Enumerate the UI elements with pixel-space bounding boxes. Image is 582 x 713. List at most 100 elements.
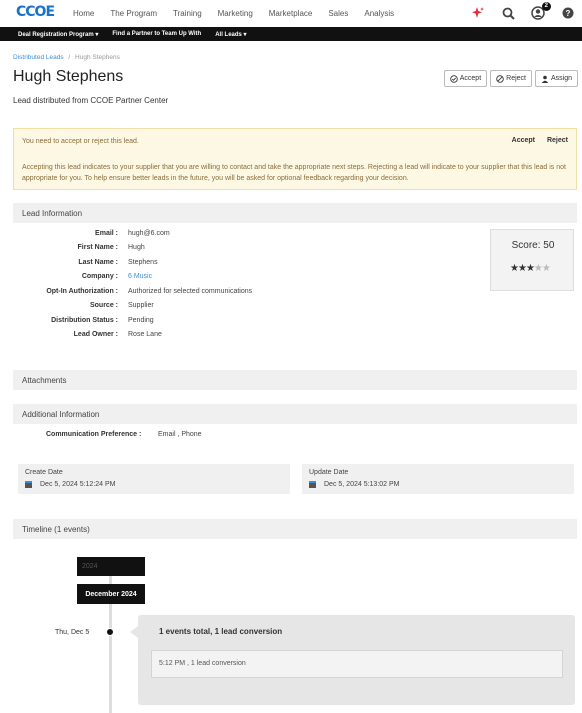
alert-actions: Accept Reject <box>512 137 568 144</box>
notification-badge: 2 <box>541 2 551 11</box>
nav-link-training[interactable]: Training <box>173 9 202 18</box>
field-row-lead-owner: Lead Owner : Rose Lane <box>13 331 363 345</box>
accept-button-label: Accept <box>459 75 482 82</box>
ban-icon <box>496 74 504 83</box>
lead-score-box: Score: 50 ★★★★★ <box>490 229 574 291</box>
field-row-distribution-status: Distribution Status : Pending <box>13 317 363 331</box>
field-value: Pending <box>128 317 154 324</box>
alert-body: Accepting this lead indicates to your su… <box>22 164 566 182</box>
alert-message: You need to accept or reject this lead. <box>22 138 139 145</box>
field-row-last-name: Last Name : Stephens <box>13 259 363 273</box>
star-empty-icon: ★ <box>533 263 543 274</box>
breadcrumb-distributed-leads[interactable]: Distributed Leads <box>13 54 64 61</box>
field-value: Stephens <box>128 259 158 266</box>
search-icon[interactable] <box>500 5 516 21</box>
field-value: Supplier <box>128 302 154 309</box>
timeline-month-label[interactable]: December 2024 <box>77 584 145 604</box>
nav-link-marketing[interactable]: Marketing <box>218 9 253 18</box>
nav-link-home[interactable]: Home <box>73 9 94 18</box>
breadcrumb: Distributed Leads / Hugh Stephens <box>13 54 120 61</box>
user-icon <box>541 75 549 83</box>
star-icon: ★ <box>517 263 527 274</box>
field-row-source: Source : Supplier <box>13 302 363 316</box>
calendar-icon <box>25 481 32 488</box>
update-date-value-row: Dec 5, 2024 5:13:02 PM <box>309 481 400 488</box>
lead-information-header[interactable]: Lead Information <box>13 203 577 223</box>
nav-link-analysis[interactable]: Analysis <box>364 9 394 18</box>
field-label: Distribution Status : <box>51 317 118 324</box>
timeline-event-summary: 1 events total, 1 lead conversion <box>159 627 283 636</box>
page-title: Hugh Stephens <box>13 68 124 85</box>
timeline-card-arrow <box>130 626 138 638</box>
assign-button[interactable]: Assign <box>534 70 578 87</box>
field-value: Rose Lane <box>128 331 162 338</box>
field-value: Hugh <box>128 244 145 251</box>
assign-button-label: Assign <box>550 75 572 82</box>
subnav-find-partner[interactable]: Find a Partner to Team Up With <box>112 31 201 37</box>
page-subtitle: Lead distributed from CCOE Partner Cente… <box>13 96 169 105</box>
svg-text:?: ? <box>566 9 571 18</box>
field-label: Last Name : <box>78 259 118 266</box>
ccoe-logo[interactable]: CCOE <box>16 4 58 24</box>
accept-button[interactable]: Accept <box>443 70 488 87</box>
logo-text: CCOE <box>16 4 55 20</box>
subnav-all-leads[interactable]: All Leads ▾ <box>215 31 246 38</box>
communication-preference-label: Communication Preference : <box>46 431 142 438</box>
update-date-card: Update Date Dec 5, 2024 5:13:02 PM <box>302 464 574 494</box>
alert-accept-link[interactable]: Accept <box>512 137 535 144</box>
create-date-value-row: Dec 5, 2024 5:12:24 PM <box>25 481 116 488</box>
field-value: Authorized for selected communications <box>128 288 253 295</box>
attachments-header[interactable]: Attachments <box>13 370 577 390</box>
timeline-header[interactable]: Timeline (1 events) <box>13 519 577 539</box>
help-icon[interactable]: ? <box>560 5 576 21</box>
main-nav-links: Home The Program Training Marketing Mark… <box>73 9 410 18</box>
top-navigation: CCOE Home The Program Training Marketing… <box>0 0 582 27</box>
user-account-icon[interactable]: 2 <box>530 2 551 21</box>
header-actions: Accept Reject Assign <box>443 70 578 87</box>
update-date-title: Update Date <box>309 469 349 476</box>
nav-link-the-program[interactable]: The Program <box>110 9 157 18</box>
nav-link-sales[interactable]: Sales <box>328 9 348 18</box>
timeline-event-entry[interactable]: 5:12 PM , 1 lead conversion <box>151 650 563 678</box>
additional-information-header[interactable]: Additional Information <box>13 404 577 424</box>
score-label: Score: 50 <box>511 240 555 251</box>
reject-button[interactable]: Reject <box>490 70 532 87</box>
field-label: First Name : <box>77 244 118 251</box>
create-date-value: Dec 5, 2024 5:12:24 PM <box>40 481 116 488</box>
calendar-icon <box>309 481 316 488</box>
timeline-event-date: Thu, Dec 5 <box>55 629 90 636</box>
field-label: Email : <box>95 230 118 237</box>
nav-link-marketplace[interactable]: Marketplace <box>269 9 313 18</box>
field-label: Lead Owner : <box>73 331 118 338</box>
star-rating: ★★★★★ <box>510 263 551 274</box>
timeline-event-card: 1 events total, 1 lead conversion 5:12 P… <box>138 615 575 705</box>
star-icon: ★ <box>525 263 535 274</box>
subnav-deal-registration[interactable]: Deal Registration Program ▾ <box>18 31 98 38</box>
star-icon: ★ <box>510 263 519 274</box>
alert-reject-link[interactable]: Reject <box>547 137 568 144</box>
timeline-event-entry-text: 5:12 PM , 1 lead conversion <box>159 660 246 667</box>
timeline-year-label[interactable]: 2024 <box>77 557 145 576</box>
communication-preference-value: Email , Phone <box>158 431 202 438</box>
sub-navigation: Deal Registration Program ▾ Find a Partn… <box>0 27 582 41</box>
field-row-email: Email : hugh@6.com <box>13 230 363 244</box>
breadcrumb-separator: / <box>68 54 71 61</box>
field-row-first-name: First Name : Hugh <box>13 244 363 258</box>
create-date-card: Create Date Dec 5, 2024 5:12:24 PM <box>18 464 290 494</box>
field-label: Company : <box>81 273 118 280</box>
breadcrumb-current: Hugh Stephens <box>75 54 120 61</box>
reject-button-label: Reject <box>506 75 526 82</box>
accept-reject-alert: You need to accept or reject this lead. … <box>13 128 577 190</box>
timeline-dot <box>106 628 114 636</box>
field-row-opt-in: Opt-In Authorization : Authorized for se… <box>13 288 363 302</box>
create-date-title: Create Date <box>25 469 63 476</box>
field-value: hugh@6.com <box>128 230 170 237</box>
nav-icons: 2 ? <box>470 2 576 21</box>
update-date-value: Dec 5, 2024 5:13:02 PM <box>324 481 400 488</box>
company-link[interactable]: 6 Music <box>128 273 152 280</box>
field-row-company: Company : 6 Music <box>13 273 363 287</box>
field-label: Source : <box>89 302 118 309</box>
star-empty-icon: ★ <box>541 263 551 274</box>
check-circle-icon <box>449 74 458 83</box>
ai-sparkle-icon[interactable] <box>470 5 486 21</box>
